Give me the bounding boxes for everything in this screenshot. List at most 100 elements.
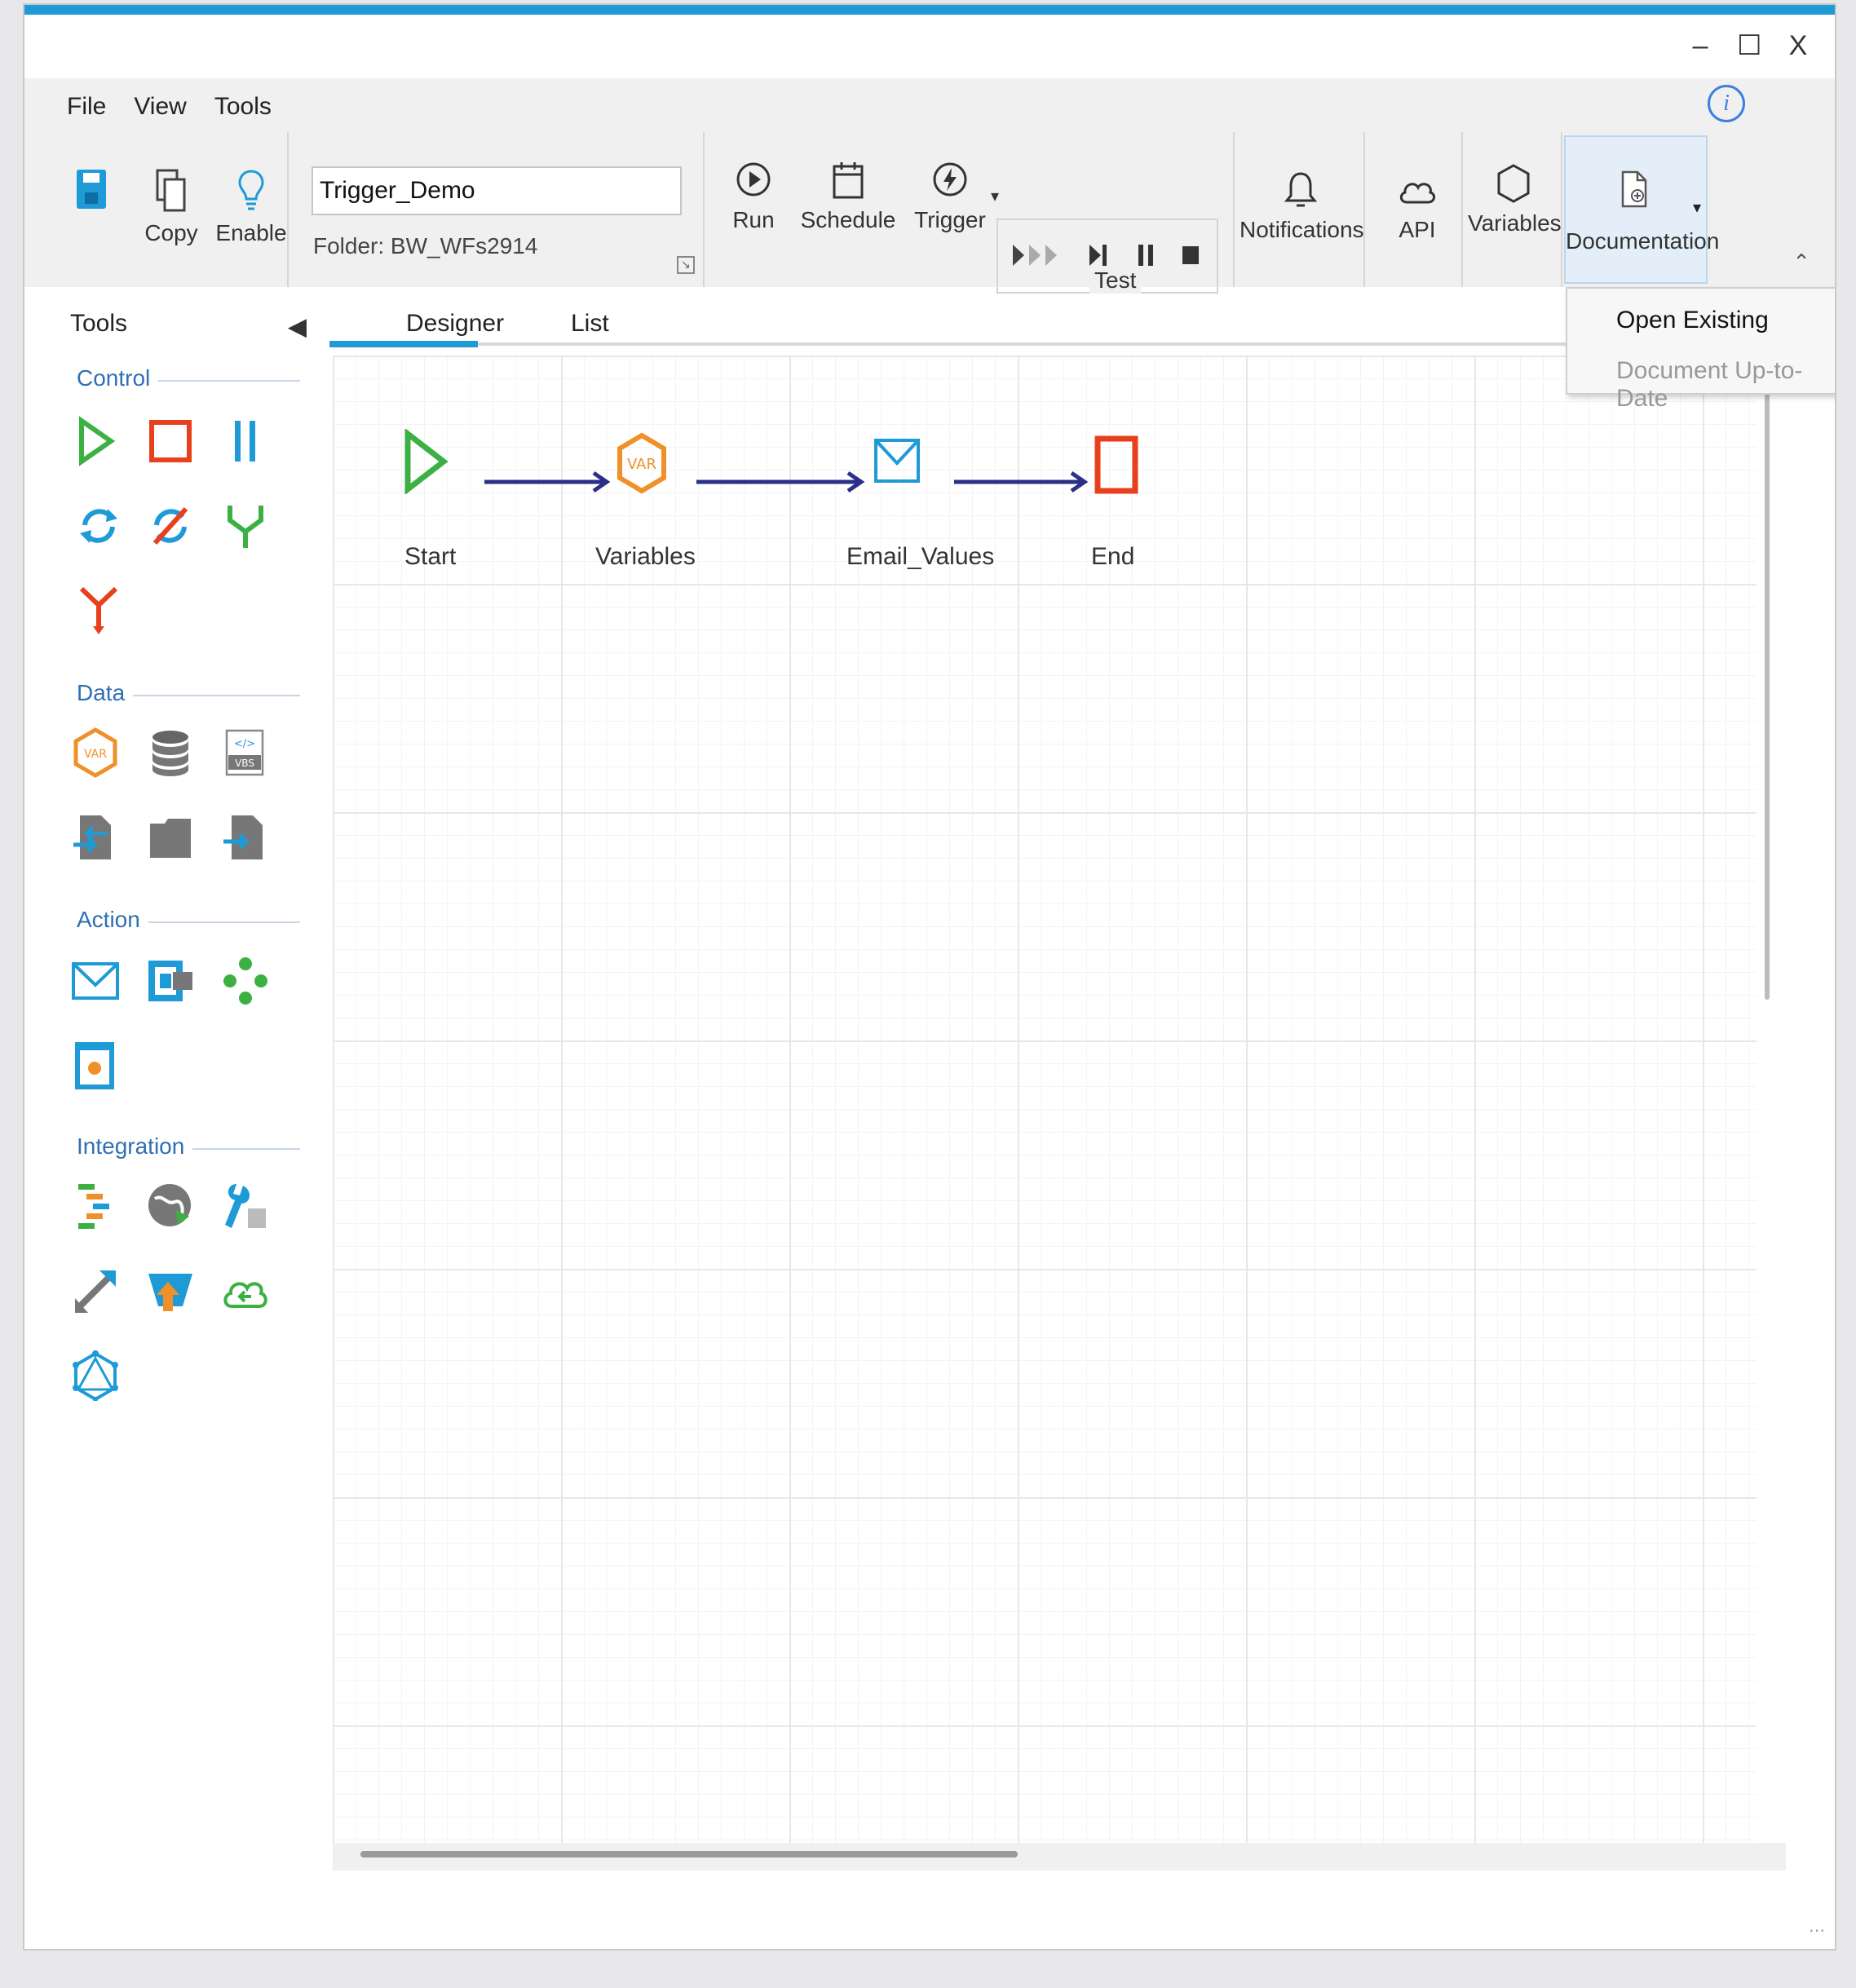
app-settings-tool-icon[interactable] xyxy=(70,1040,121,1091)
variables-label: Variables xyxy=(1468,210,1562,236)
file-import-tool-icon[interactable] xyxy=(220,812,271,863)
node-label-end: End xyxy=(1091,543,1135,570)
workflow-name-input[interactable] xyxy=(312,166,682,215)
document-icon xyxy=(1621,170,1647,208)
folder-label: Folder: BW_WFs2914 xyxy=(313,233,538,258)
end-node-icon[interactable] xyxy=(1093,434,1142,496)
app-window: – ☐ X File View Tools i Copy Enable Trig… xyxy=(23,3,1836,1950)
stop-icon[interactable] xyxy=(1182,246,1199,264)
view-tabs: Designer List xyxy=(326,287,1589,347)
parallel-tool-icon[interactable] xyxy=(220,416,271,466)
vertical-scrollbar[interactable] xyxy=(1765,380,1770,1000)
email-tool-icon[interactable] xyxy=(70,956,121,1006)
web-service-tool-icon[interactable] xyxy=(145,1181,196,1231)
horizontal-scrollbar[interactable] xyxy=(360,1851,1018,1858)
info-icon[interactable]: i xyxy=(1708,85,1745,122)
collapse-ribbon-icon[interactable]: ⌃ xyxy=(1792,250,1810,275)
break-loop-tool-icon[interactable] xyxy=(145,501,196,551)
folder-tool-icon[interactable] xyxy=(145,812,196,863)
variable-tool-icon[interactable]: VAR xyxy=(70,727,121,778)
split-tool-icon[interactable] xyxy=(73,585,124,636)
vbscript-tool-icon[interactable]: </> VBS xyxy=(220,727,271,778)
copy-label: Copy xyxy=(144,220,198,245)
svg-text:VAR: VAR xyxy=(84,748,107,761)
menu-tools[interactable]: Tools xyxy=(214,93,272,121)
menu-file[interactable]: File xyxy=(67,93,106,121)
ribbon: File View Tools i Copy Enable Trigger_De… xyxy=(24,78,1835,294)
tab-strip-line xyxy=(478,342,1589,346)
window-controls: – ☐ X xyxy=(1688,29,1810,62)
run-button[interactable]: Run xyxy=(727,160,780,233)
ribbon-separator xyxy=(287,132,289,287)
trigger-label: Trigger xyxy=(914,207,986,232)
schedule-label: Schedule xyxy=(800,207,896,232)
minimize-button[interactable]: – xyxy=(1688,29,1712,62)
enable-label: Enable xyxy=(215,220,287,245)
ftp-tool-icon[interactable] xyxy=(220,1181,271,1231)
node-label-email-values: Email_Values xyxy=(846,543,995,570)
file-transfer-tool-icon[interactable] xyxy=(70,812,121,863)
ribbon-separator xyxy=(1561,132,1562,287)
designer-canvas[interactable]: Start VAR Variables Email_Values End xyxy=(333,356,1757,1843)
resize-grip-icon[interactable]: ⋯ xyxy=(1809,1920,1827,1941)
end-tool-icon[interactable] xyxy=(145,416,196,466)
ribbon-separator xyxy=(1363,132,1365,287)
category-integration: Integration xyxy=(77,1133,193,1160)
trigger-button[interactable]: Trigger xyxy=(913,160,987,233)
documentation-dropdown: Open Existing Document Up-to-Date xyxy=(1566,287,1835,412)
save-button[interactable] xyxy=(67,168,116,217)
menu-view[interactable]: View xyxy=(134,93,186,121)
variables-node-icon[interactable]: VAR xyxy=(615,432,669,494)
merge-tool-icon[interactable] xyxy=(220,501,271,551)
title-bar xyxy=(24,15,1835,78)
upload-tool-icon[interactable] xyxy=(145,1266,196,1316)
api-button[interactable]: API xyxy=(1378,170,1456,243)
close-button[interactable]: X xyxy=(1786,29,1810,62)
collapse-toolbox-icon[interactable]: ◀ xyxy=(289,313,307,340)
properties-launcher-icon[interactable]: ↘ xyxy=(677,256,695,274)
documentation-dropdown-arrow[interactable]: ▾ xyxy=(1693,197,1701,218)
run-all-icon[interactable] xyxy=(1013,245,1057,266)
tab-designer[interactable]: Designer xyxy=(406,310,504,338)
open-existing-menu-item[interactable]: Open Existing xyxy=(1616,307,1769,334)
notifications-button[interactable]: Notifications xyxy=(1240,170,1364,243)
copy-icon xyxy=(156,169,186,212)
connector-arrow xyxy=(696,470,865,493)
run-label: Run xyxy=(732,207,775,232)
workflow-tool-icon[interactable] xyxy=(220,956,271,1006)
svg-text:</>: </> xyxy=(234,738,255,750)
maximize-button[interactable]: ☐ xyxy=(1737,29,1761,62)
connector-arrow xyxy=(484,470,611,493)
graphql-tool-icon[interactable] xyxy=(70,1350,121,1401)
play-circle-icon xyxy=(736,162,771,197)
toolbox-title: Tools xyxy=(70,310,128,337)
schedule-button[interactable]: Schedule xyxy=(791,160,905,233)
sequence-tool-icon[interactable] xyxy=(70,1181,121,1231)
enable-button[interactable]: Enable xyxy=(210,168,292,246)
start-tool-icon[interactable] xyxy=(73,416,124,466)
cloud-download-tool-icon[interactable] xyxy=(220,1266,271,1316)
active-tab-indicator xyxy=(329,341,478,347)
toolbox-panel: Tools ◀ Control Data VAR </> VBS Action … xyxy=(24,287,318,1949)
cloud-icon xyxy=(1399,183,1435,204)
step-icon[interactable] xyxy=(1089,245,1107,266)
node-label-start: Start xyxy=(404,543,457,570)
svg-text:VAR: VAR xyxy=(627,456,656,473)
database-tool-icon[interactable] xyxy=(145,727,196,778)
tab-list[interactable]: List xyxy=(571,310,609,338)
variables-button[interactable]: Variables xyxy=(1468,163,1562,236)
api-call-tool-icon[interactable] xyxy=(70,1266,121,1316)
trigger-dropdown-arrow[interactable]: ▾ xyxy=(987,186,1003,206)
hexagon-icon xyxy=(1497,164,1530,203)
category-action: Action xyxy=(77,907,148,933)
loop-tool-icon[interactable] xyxy=(73,501,124,551)
copy-button[interactable]: Copy xyxy=(139,168,204,246)
pause-icon[interactable] xyxy=(1138,245,1153,266)
run-program-tool-icon[interactable] xyxy=(145,956,196,1006)
documentation-button[interactable]: Documentation ▾ xyxy=(1564,135,1719,284)
node-label-variables: Variables xyxy=(595,543,696,570)
start-node-icon[interactable] xyxy=(401,429,450,494)
email-node-icon[interactable] xyxy=(873,435,921,486)
trigger-bolt-icon xyxy=(933,162,967,197)
connector-arrow xyxy=(954,470,1089,493)
